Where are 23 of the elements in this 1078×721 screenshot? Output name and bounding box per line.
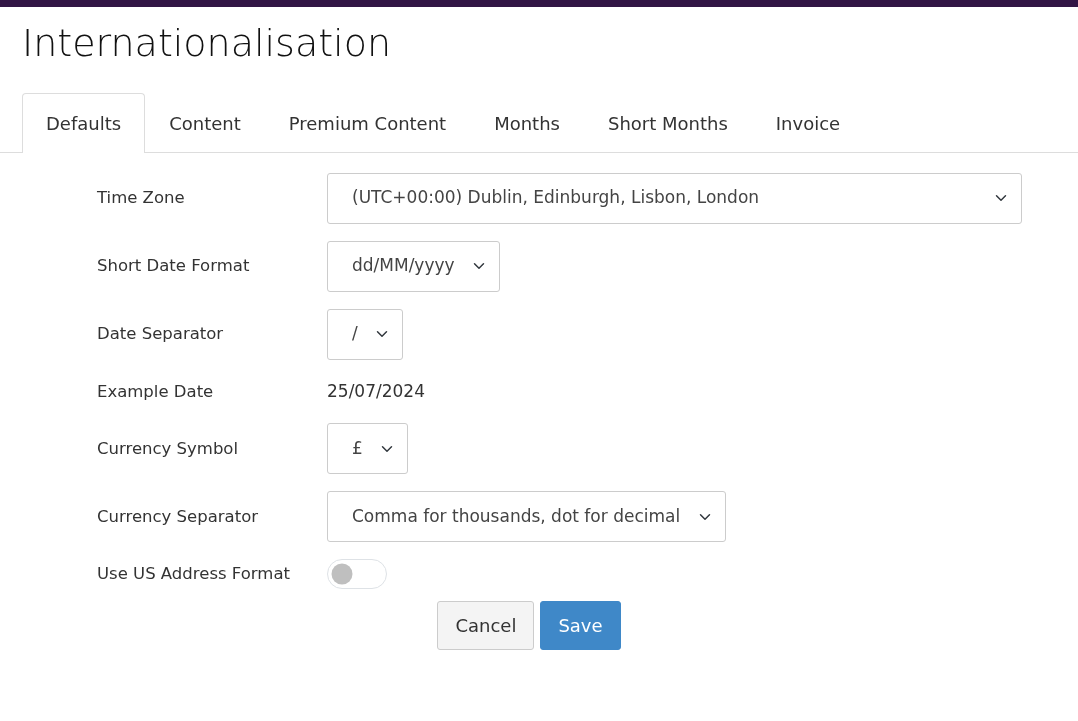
- field-label: Time Zone: [97, 187, 186, 210]
- dropdown[interactable]: dd/MM/yyyy: [327, 240, 500, 292]
- field-label: Currency Symbol: [97, 437, 240, 460]
- page-title: Internationalisation: [22, 21, 392, 67]
- field-label: Date Separator: [97, 323, 225, 346]
- dropdown[interactable]: £: [327, 423, 408, 475]
- toggle-switch[interactable]: [327, 559, 387, 590]
- field-label: Example Date: [97, 380, 215, 403]
- field-label: Use US Address Format: [97, 563, 291, 586]
- tab[interactable]: Invoice: [751, 92, 865, 153]
- cancel-button[interactable]: Cancel: [437, 601, 535, 651]
- tab[interactable]: Defaults: [22, 92, 146, 153]
- field-label: Short Date Format: [97, 255, 251, 278]
- tab[interactable]: Months: [470, 92, 584, 153]
- field-label: Currency Separator: [97, 505, 260, 528]
- dropdown[interactable]: Comma for thousands, dot for decimal: [327, 491, 726, 543]
- field-value: 25/07/2024: [327, 379, 425, 403]
- dropdown[interactable]: /: [327, 308, 403, 360]
- save-button[interactable]: Save: [540, 601, 621, 651]
- tab[interactable]: Premium Content: [264, 92, 471, 153]
- dropdown[interactable]: (UTC+00:00) Dublin, Edinburgh, Lisbon, London: [327, 172, 1022, 224]
- tab[interactable]: Content: [145, 92, 265, 153]
- tab[interactable]: Short Months: [583, 92, 752, 153]
